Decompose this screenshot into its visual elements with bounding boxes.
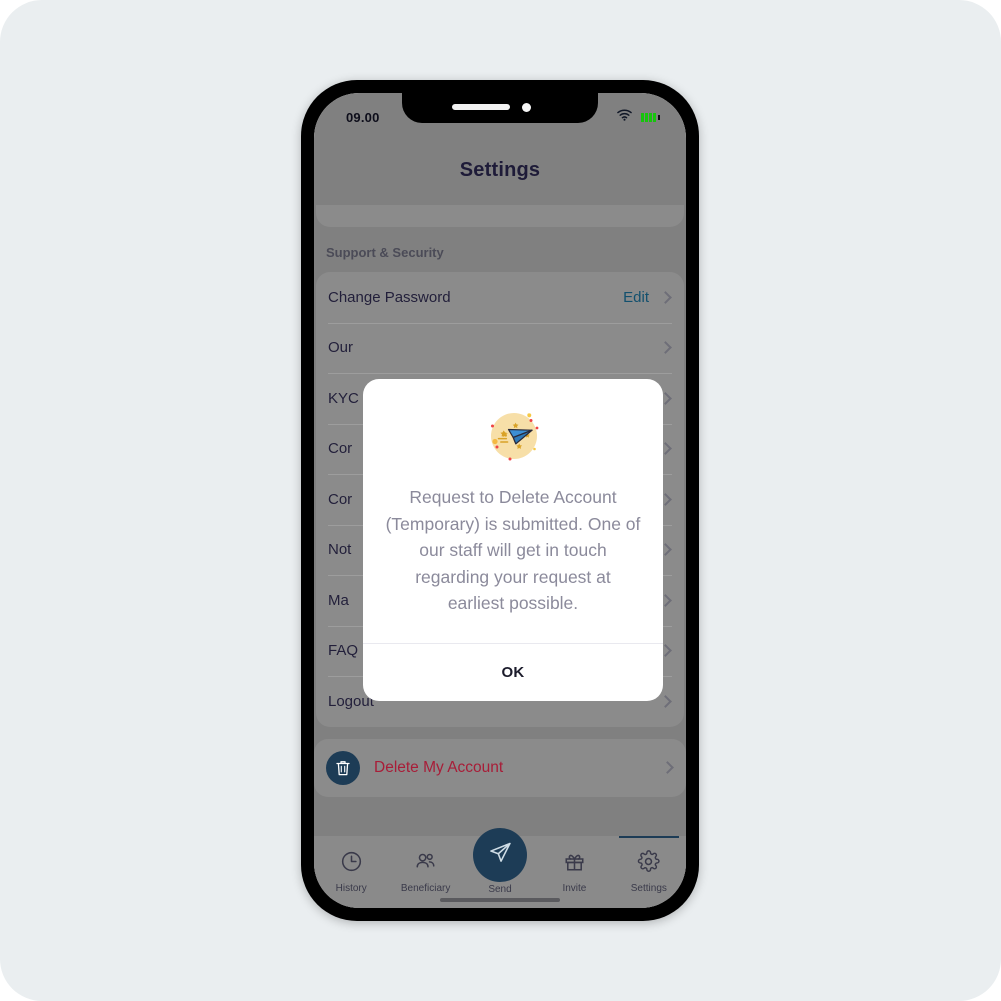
dialog-body: Request to Delete Account (Temporary) is… xyxy=(363,379,663,643)
clock-icon xyxy=(340,850,363,878)
chevron-right-icon xyxy=(659,290,672,304)
gift-icon xyxy=(563,850,586,878)
tab-label: Beneficiary xyxy=(400,883,451,894)
paper-plane-icon xyxy=(488,840,513,870)
tab-label: Send xyxy=(488,884,512,895)
tab-beneficiary[interactable]: Beneficiary xyxy=(388,850,462,894)
delete-my-account-row[interactable]: Delete My Account xyxy=(314,738,686,797)
page-background: 09.00 Settings Support & Security Change… xyxy=(0,0,1001,1001)
active-tab-indicator xyxy=(618,836,679,838)
wifi-icon xyxy=(617,108,632,126)
settings-row-our[interactable]: Our xyxy=(316,322,684,374)
settings-row-change-password[interactable]: Change Password Edit xyxy=(316,272,684,323)
chevron-right-icon xyxy=(661,761,674,774)
home-indicator xyxy=(440,898,560,902)
status-time: 09.00 xyxy=(346,109,380,125)
confirmation-dialog: Request to Delete Account (Temporary) is… xyxy=(363,379,663,701)
chevron-right-icon xyxy=(659,694,672,708)
trash-icon xyxy=(326,750,360,785)
row-label: Our xyxy=(328,339,354,357)
phone-notch xyxy=(402,93,598,123)
paper-plane-sent-icon xyxy=(483,405,543,470)
gear-icon xyxy=(637,850,660,878)
section-title-support-security: Support & Security xyxy=(326,245,444,260)
row-label: Change Password xyxy=(328,288,451,306)
people-icon xyxy=(414,850,437,878)
dialog-message: Request to Delete Account (Temporary) is… xyxy=(385,487,641,614)
ok-button[interactable]: OK xyxy=(363,644,663,701)
edit-link[interactable]: Edit xyxy=(623,289,649,306)
tab-send[interactable]: Send xyxy=(463,828,537,895)
tab-invite[interactable]: Invite xyxy=(537,850,611,894)
status-indicators xyxy=(617,108,660,126)
battery-icon xyxy=(641,112,660,122)
chevron-right-icon xyxy=(659,341,672,355)
tab-settings[interactable]: Settings xyxy=(612,836,686,894)
tab-label: Settings xyxy=(630,883,667,894)
page-title: Settings xyxy=(459,158,541,181)
phone-screen: 09.00 Settings Support & Security Change… xyxy=(314,93,686,908)
tab-label: History xyxy=(335,883,367,894)
front-camera xyxy=(522,103,531,112)
send-fab-button[interactable] xyxy=(473,828,528,882)
app-header: Settings xyxy=(314,135,686,205)
phone-frame: 09.00 Settings Support & Security Change… xyxy=(301,80,699,921)
speaker-grill xyxy=(452,104,510,110)
tab-history[interactable]: History xyxy=(314,850,388,894)
tab-label: Invite xyxy=(562,883,587,894)
delete-my-account-label: Delete My Account xyxy=(374,758,504,776)
previous-section-card-stub xyxy=(316,205,684,227)
